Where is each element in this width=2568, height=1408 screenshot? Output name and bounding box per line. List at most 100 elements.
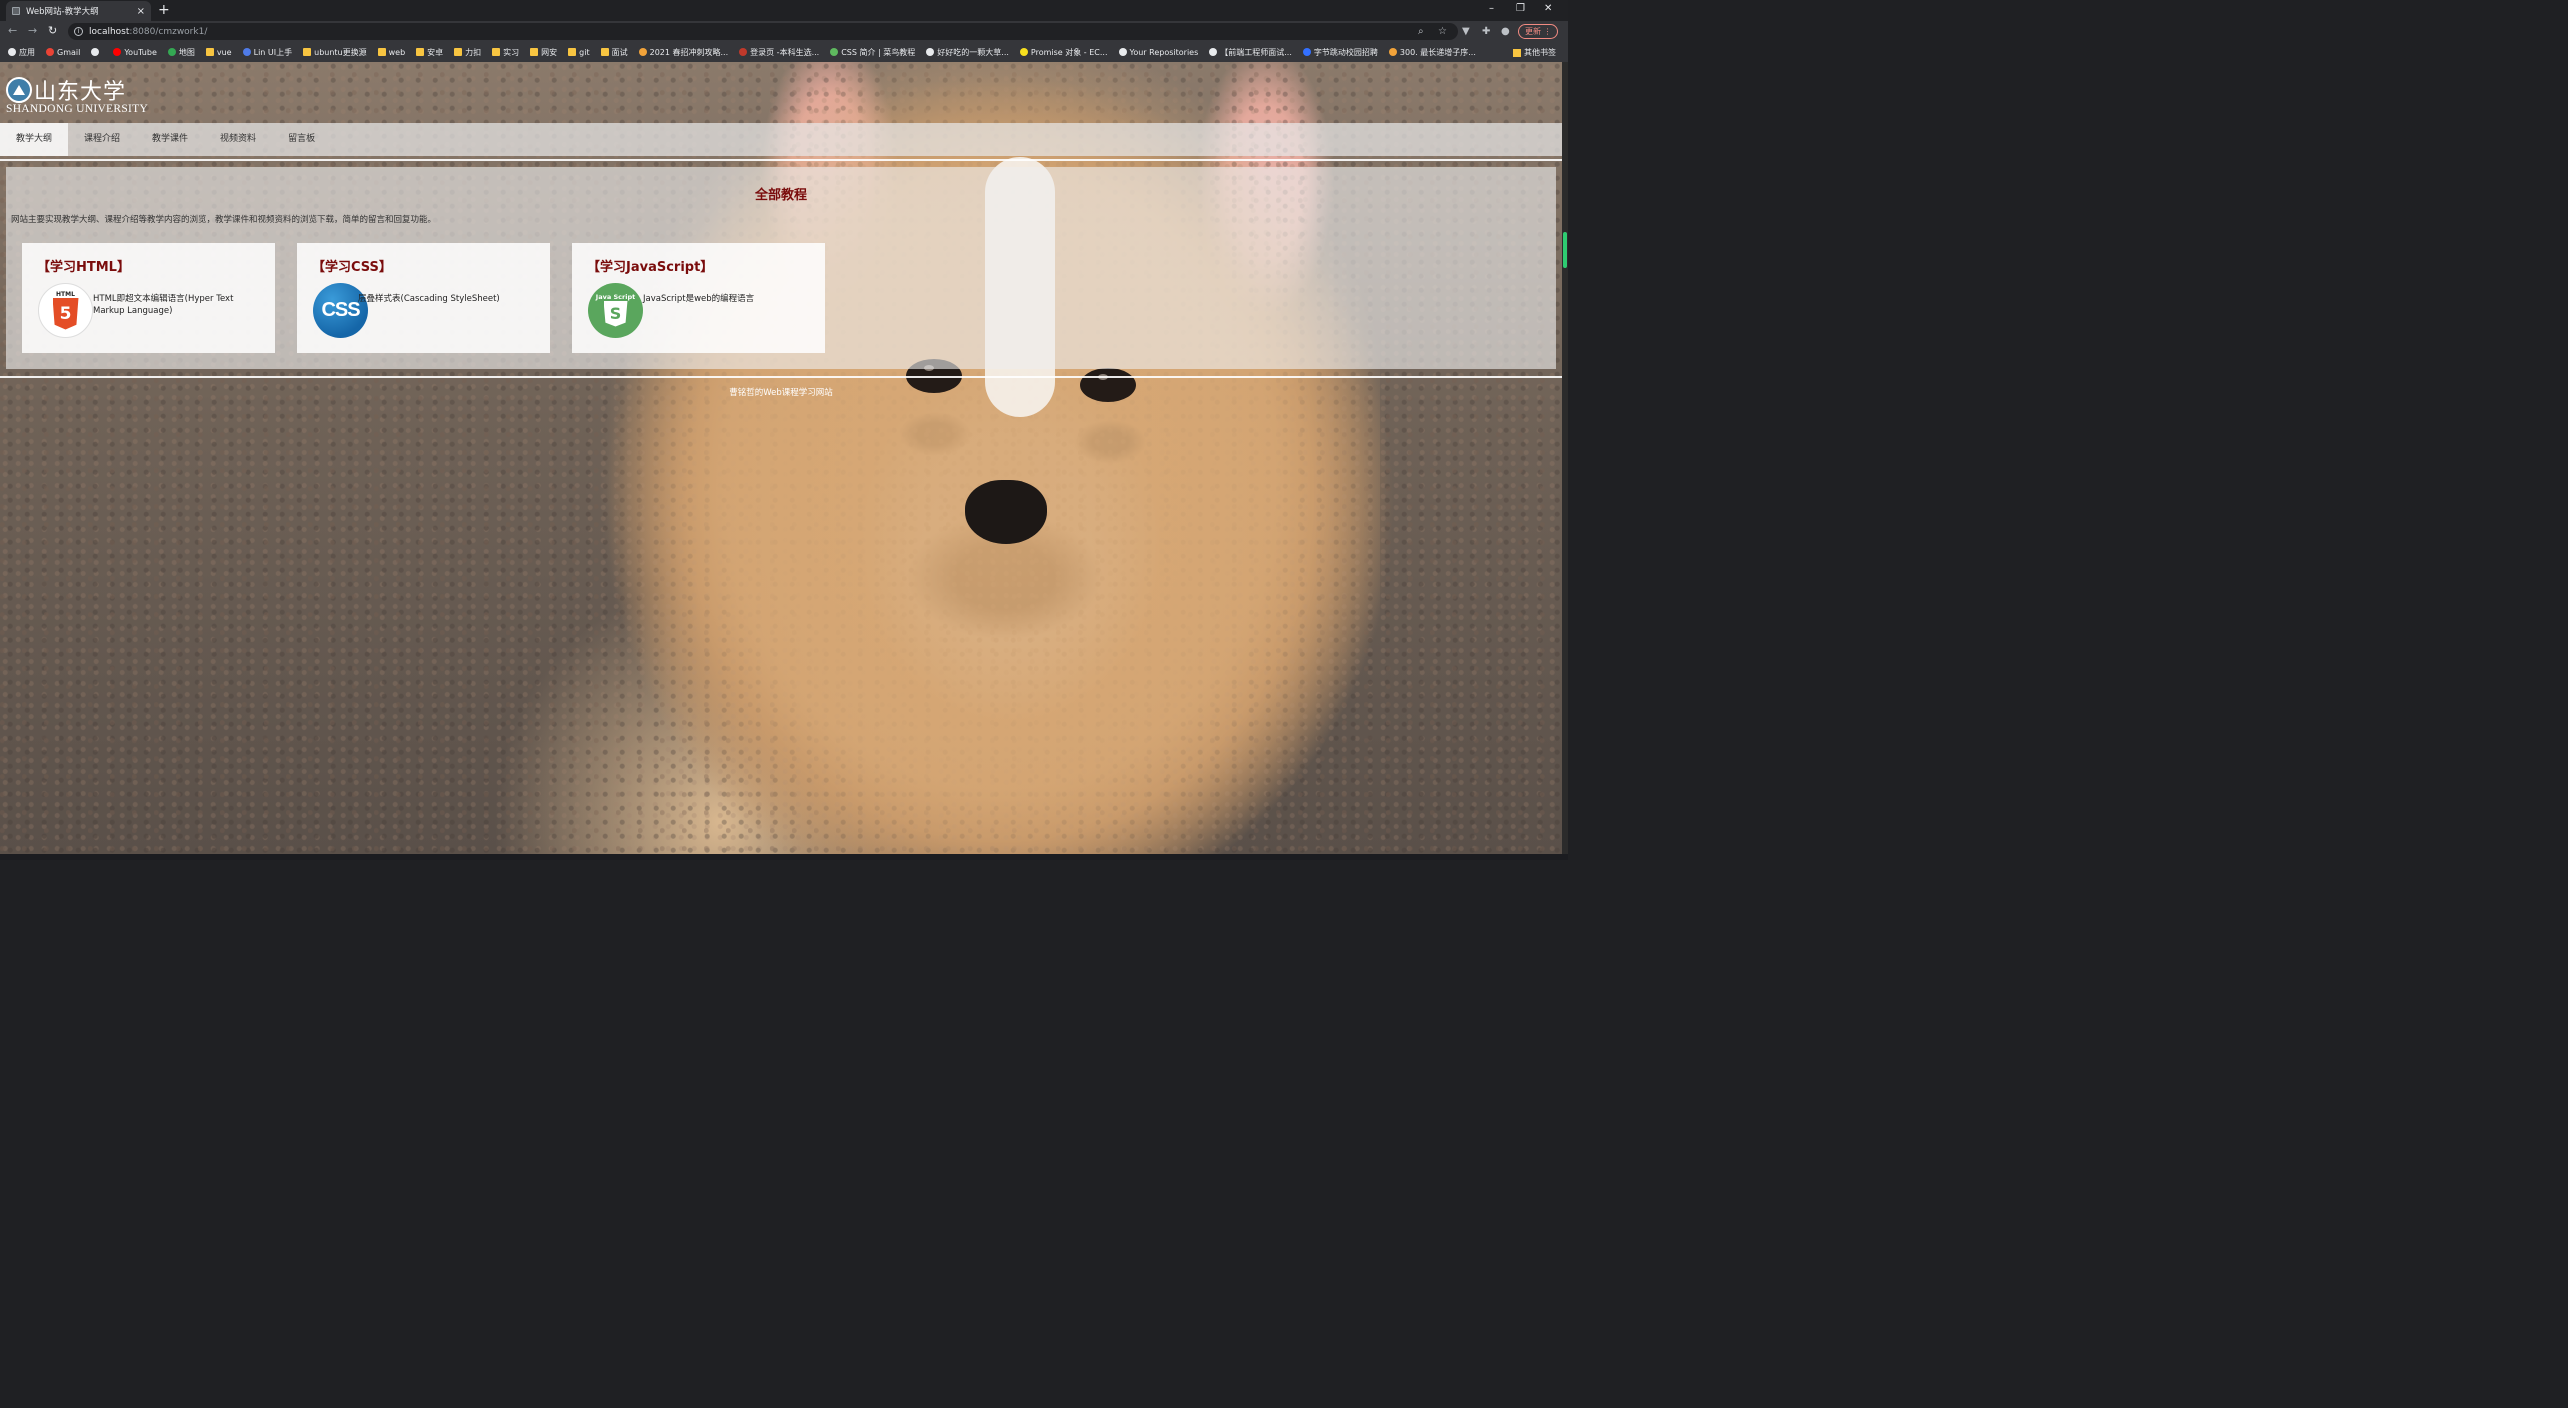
new-tab-button[interactable]: +: [158, 2, 170, 18]
tab-title: Web网站-教学大纲: [26, 7, 99, 17]
page-icon: [242, 48, 251, 56]
apps-icon: [8, 48, 16, 56]
nav-item-syllabus[interactable]: 教学大纲: [0, 123, 69, 156]
card-title[interactable]: 【学习JavaScript】: [587, 256, 713, 275]
bookmark-item[interactable]: 实习: [492, 47, 519, 58]
page-icon: [830, 48, 839, 56]
bookmark-label: 网安: [541, 47, 558, 57]
card-title[interactable]: 【学习HTML】: [37, 256, 130, 275]
bookmark-item[interactable]: 好好吃的一颗大草...: [926, 47, 1009, 58]
url-text[interactable]: localhost:8080/cmzwork1/: [89, 27, 207, 37]
bookmark-item[interactable]: git: [568, 48, 590, 57]
page-icon: [1388, 48, 1397, 56]
section-description: 网站主要实现教学大纲、课程介绍等教学内容的浏览，教学课件和视频资料的浏览下载，简…: [11, 215, 437, 225]
css-icon: CSS: [313, 283, 368, 338]
forward-arrow-icon[interactable]: →: [28, 24, 37, 38]
tab-close-icon[interactable]: ×: [137, 6, 145, 17]
folder-icon: [1513, 48, 1521, 57]
bookmark-label: 力扣: [465, 47, 482, 57]
html5-icon: HTML 5: [38, 283, 93, 338]
page-favicon-icon: [12, 7, 20, 15]
card-description: 层叠样式表(Cascading StyleSheet): [358, 294, 500, 304]
zoom-icon[interactable]: ⌕: [1418, 25, 1424, 38]
bookmark-label: Your Repositories: [1129, 47, 1199, 57]
tab-active[interactable]: Web网站-教学大纲 ×: [6, 1, 151, 21]
logo-english-name: SHANDONG UNIVERSITY: [6, 103, 149, 115]
page-scrollbar[interactable]: [1562, 62, 1568, 854]
nav-item-message-board[interactable]: 留言板: [272, 123, 331, 156]
folder-icon: [568, 48, 577, 56]
extension-vue-icon[interactable]: ▼: [1462, 25, 1470, 38]
logo-chinese-name: 山东大学: [34, 80, 127, 105]
bookmark-label: Lin UI上手: [253, 47, 293, 57]
folder-icon: [303, 48, 312, 56]
bookmark-item[interactable]: 字节跳动校园招聘: [1302, 47, 1378, 58]
bookmark-item[interactable]: ubuntu更换源: [303, 47, 367, 58]
address-bar[interactable]: i localhost:8080/cmzwork1/: [68, 23, 1458, 40]
nav-item-course-intro[interactable]: 课程介绍: [68, 123, 136, 156]
card-javascript[interactable]: 【学习JavaScript】 Java Script S JavaScript是…: [572, 243, 825, 353]
globe-icon: [91, 48, 100, 56]
site-header: 山东大学 SHANDONG UNIVERSITY: [0, 62, 1562, 122]
nav-item-videos[interactable]: 视频资料: [204, 123, 272, 156]
extensions-puzzle-icon[interactable]: ✚: [1482, 25, 1490, 38]
profile-avatar-icon[interactable]: ●: [1501, 25, 1510, 38]
bookmark-label: 字节跳动校园招聘: [1313, 47, 1378, 57]
bookmark-label: 面试: [611, 47, 628, 57]
other-bookmarks-label: 其他书签: [1524, 48, 1556, 57]
divider: [0, 376, 1562, 378]
bookmark-item[interactable]: 【前端工程师面试...: [1209, 47, 1292, 58]
university-logo[interactable]: 山东大学: [6, 74, 126, 106]
bookmark-item[interactable]: 安卓: [416, 47, 443, 58]
bookmark-item[interactable]: 300. 最长递增子序...: [1388, 47, 1476, 58]
update-button[interactable]: 更新 ⋮: [1518, 24, 1558, 39]
other-bookmarks[interactable]: 其他书签: [1513, 47, 1556, 58]
back-arrow-icon[interactable]: ←: [8, 24, 17, 38]
tutorials-panel: 全部教程 网站主要实现教学大纲、课程介绍等教学内容的浏览，教学课件和视频资料的浏…: [6, 167, 1556, 369]
bookmark-item[interactable]: YouTube: [113, 48, 157, 57]
bookmark-item[interactable]: 登录页 -本科生选...: [739, 47, 819, 58]
javascript-icon: Java Script S: [588, 283, 643, 338]
bookmark-label: CSS 简介 | 菜鸟教程: [841, 47, 916, 57]
bookmark-label: 地图: [178, 47, 195, 57]
reload-icon[interactable]: ↻: [48, 24, 57, 38]
bookmark-item[interactable]: Lin UI上手: [242, 47, 293, 58]
nav-item-courseware[interactable]: 教学课件: [136, 123, 204, 156]
bookmark-item[interactable]: web: [377, 47, 406, 57]
bookmark-item[interactable]: 网安: [530, 47, 557, 58]
card-title[interactable]: 【学习CSS】: [312, 256, 392, 275]
section-title: 全部教程: [754, 188, 807, 203]
university-emblem-icon: [6, 77, 32, 103]
bookmark-item[interactable]: 力扣: [454, 47, 481, 58]
bookmark-item[interactable]: vue: [205, 48, 232, 57]
youtube-icon: [113, 48, 122, 56]
bookmark-label: 【前端工程师面试...: [1220, 47, 1292, 57]
window-close-button[interactable]: ✕: [1544, 2, 1552, 16]
bookmark-item[interactable]: [91, 48, 102, 56]
bookmark-label: 安卓: [427, 47, 444, 57]
bookmark-item[interactable]: CSS 简介 | 菜鸟教程: [830, 47, 915, 58]
scrollbar-thumb[interactable]: [1563, 232, 1567, 268]
bookmark-item[interactable]: 应用: [8, 47, 35, 58]
bookmark-item[interactable]: 面试: [600, 47, 628, 58]
restore-button[interactable]: ❐: [1516, 2, 1525, 16]
bookmark-item[interactable]: Promise 对象 - EC...: [1019, 47, 1108, 58]
card-html[interactable]: 【学习HTML】 HTML 5 HTML即超文本编辑语言(Hyper Text …: [22, 243, 275, 353]
bookmark-item[interactable]: Your Repositories: [1118, 47, 1199, 57]
bookmark-label: 好好吃的一颗大草...: [937, 47, 1009, 57]
main-nav: 教学大纲 课程介绍 教学课件 视频资料 留言板: [0, 123, 1562, 156]
bookmark-item[interactable]: Gmail: [46, 48, 80, 57]
divider: [0, 159, 1562, 161]
card-css[interactable]: 【学习CSS】 CSS 层叠样式表(Cascading StyleSheet): [297, 243, 550, 353]
bookmark-star-icon[interactable]: ☆: [1438, 25, 1447, 38]
page-viewport: 山东大学 SHANDONG UNIVERSITY 教学大纲 课程介绍 教学课件 …: [0, 62, 1562, 854]
site-footer: 曹铭哲的Web课程学习网站: [729, 388, 833, 398]
site-info-icon[interactable]: i: [74, 27, 83, 36]
bookmark-label: web: [388, 47, 406, 57]
bookmark-item[interactable]: 地图: [167, 47, 195, 58]
page-icon: [1019, 48, 1028, 56]
html5-icon-label: HTML: [56, 291, 75, 298]
card-description: JavaScript是web的编程语言: [643, 294, 755, 304]
bookmark-item[interactable]: 2021 春招冲刺攻略...: [638, 47, 728, 58]
minimize-button[interactable]: –: [1489, 2, 1494, 16]
